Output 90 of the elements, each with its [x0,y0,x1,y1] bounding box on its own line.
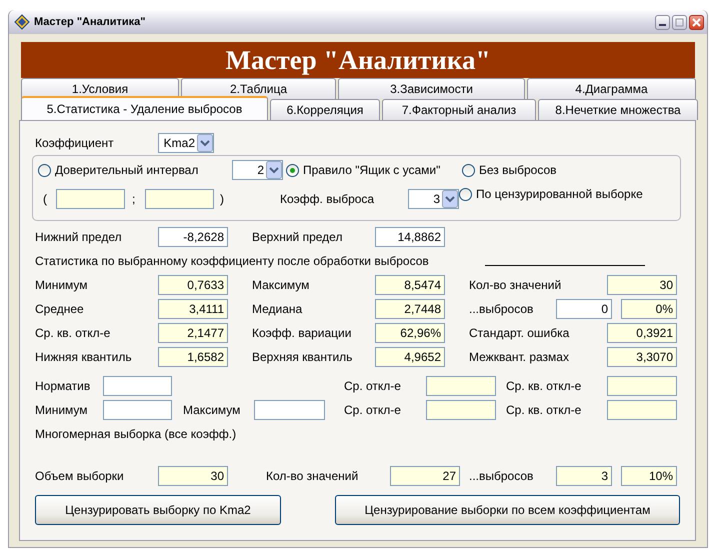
radio-button[interactable] [38,164,51,176]
input-field: 0,3921 [607,323,677,343]
field-label: Среднее [35,301,85,318]
field-label: Ср. откл-е [344,402,402,419]
radio-option[interactable]: Без выбросов [462,161,612,179]
dropdown[interactable]: Kma2 [158,133,214,153]
input-field [607,376,677,396]
field-label: ) [220,191,225,208]
window-title: Мастер "Аналитика" [34,14,146,30]
field-label: Норматив [35,378,92,395]
input-field [426,400,496,420]
tab[interactable]: 6.Корреляция [270,99,380,120]
input-field: 1,6582 [158,347,228,367]
section-title: Многомерная выборка (все коэфф.) [35,426,238,443]
tab[interactable]: 7.Факторный анализ [382,99,536,120]
field-label: Верхняя квантиль [252,349,354,366]
input-field[interactable] [103,376,172,396]
field-label: Ср. откл-е [344,378,402,395]
tab[interactable]: 8.Нечеткие множества [538,99,698,120]
minimize-icon [659,24,666,26]
field-label: Коэфф. вариации [252,325,352,342]
radio-option[interactable]: Правило "Ящик с усами" [286,161,462,179]
field-label: Нижняя квантиль [35,349,133,366]
field-label: Максимум [183,402,242,419]
tab[interactable]: 3.Зависимости [338,78,525,99]
field-label: Объем выборки [35,468,125,485]
close-icon [692,18,701,26]
field-label: Межквант. размах [469,349,570,366]
input-field: 10% [621,466,677,486]
field-label: Коэфф. выброса [280,191,376,208]
input-field: 3,4111 [158,299,228,319]
field-label: Медиана [252,301,304,318]
caret-icon [266,161,282,179]
input-field: 4,9652 [375,347,445,367]
field-label: ; [132,191,136,208]
tab[interactable]: 5.Статистика - Удаление выбросов [21,96,268,120]
radio-button[interactable] [462,164,475,176]
minimize-button[interactable] [655,14,670,30]
action-button[interactable]: Цензурировать выборку по Kma2 [35,495,281,525]
maximize-icon [675,18,684,26]
field-label: Кол-во значений [469,277,562,294]
field-label: ...выбросов [469,301,534,318]
caret-icon [197,134,213,152]
input-field: 8,5474 [375,275,445,295]
dropdown[interactable]: 2 [232,160,283,180]
tab[interactable]: 4.Диаграмма [527,78,696,99]
input-field: 62,96% [375,323,445,343]
tab[interactable]: 2.Таблица [181,78,336,99]
field-label: Минимум [35,402,89,419]
action-button[interactable]: Цензурирование выборки по всем коэффициентам [335,495,680,525]
input-field: 3 [556,466,612,486]
input-field[interactable]: 14,8862 [375,227,445,247]
field-label: Ср. кв. откл-е [35,325,112,342]
field-label: Ср. кв. откл-е [506,402,582,419]
input-field: 3,3070 [607,347,677,367]
input-field: 2,1477 [158,323,228,343]
field-label: Кол-во значений [266,468,360,485]
radio-button[interactable] [459,188,472,200]
field-label: Минимум [35,277,89,294]
input-field: 30 [607,275,677,295]
dropdown[interactable]: 3 [408,189,459,209]
field-label: Нижний предел [35,229,123,246]
input-field: 0% [621,299,677,319]
input-field[interactable] [254,400,325,420]
field-label: Коэффициент [35,135,115,152]
input-field[interactable]: 0 [556,299,612,319]
field-label: Верхний предел [252,229,344,246]
input-field [426,376,496,396]
input-field [145,189,214,209]
header-banner: Мастер "Аналитика" [21,42,695,78]
caret-icon [442,190,458,208]
input-field: 30 [158,466,228,486]
app-icon [14,14,30,30]
radio-button[interactable] [286,164,299,176]
field-label: Максимум [252,277,310,294]
section-title: Статистика по выбранному коэффициенту после обработки выбросов [35,253,430,270]
input-field[interactable]: -8,2628 [158,227,228,247]
field-label: ( [43,191,48,208]
input-field: 0,7633 [158,275,228,295]
radio-option[interactable]: По цензурированной выборке [459,185,679,203]
input-field[interactable] [103,400,172,420]
field-label: ...выбросов [469,468,534,485]
field-label: Стандарт. ошибка [469,325,570,342]
input-field: 2,7448 [375,299,445,319]
input-field [56,189,125,209]
field-label: Ср. кв. откл-е [506,378,582,395]
close-button[interactable] [689,14,704,30]
radio-option[interactable]: Доверительный интервал [38,161,232,179]
input-field: 27 [390,466,460,486]
input-field [607,400,677,420]
